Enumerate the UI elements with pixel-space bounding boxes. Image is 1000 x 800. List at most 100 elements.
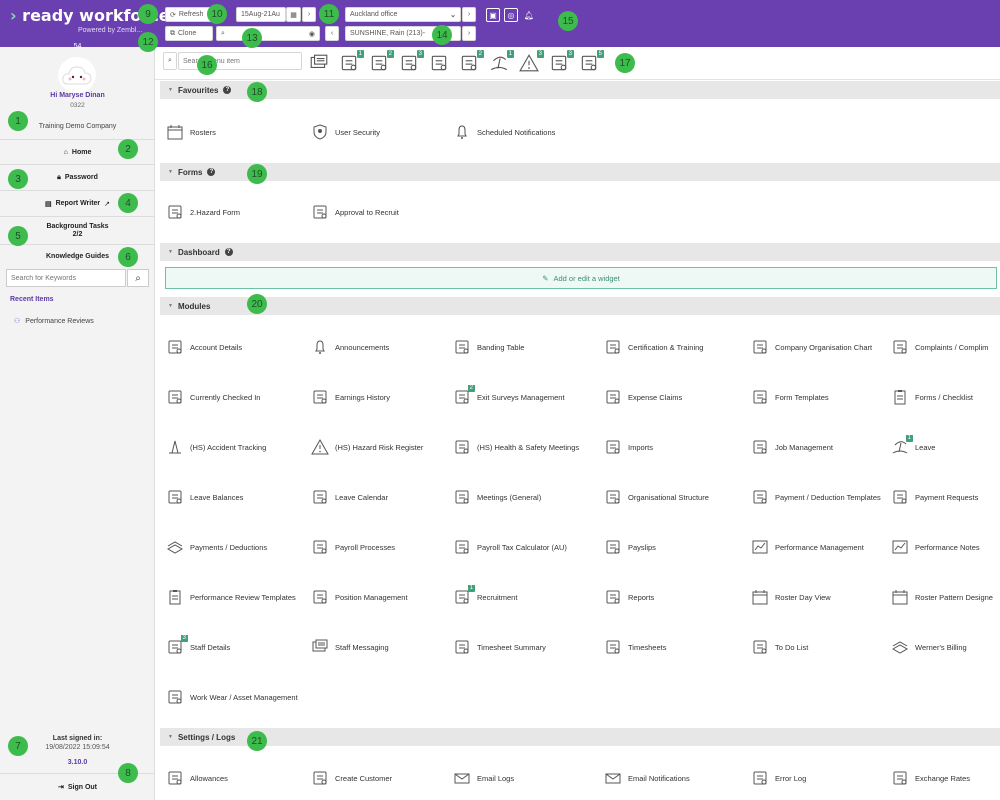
notifications-button[interactable]: 🔔︎ — [522, 8, 536, 22]
module-item[interactable]: Payments / Deductions — [165, 535, 305, 559]
module-item[interactable]: Scheduled Notifications — [452, 120, 600, 144]
app-window-button[interactable]: ▣ — [486, 8, 500, 22]
module-item[interactable]: Roster Pattern Designe — [890, 585, 1000, 609]
menu-toolbar: ⌕ 1 2 3 2 1 3 3 5 — [155, 47, 1000, 80]
module-item[interactable]: Earnings History — [310, 385, 448, 409]
module-item[interactable]: (HS) Hazard Risk Register — [310, 435, 448, 459]
module-item[interactable]: 1 Leave — [890, 435, 1000, 459]
module-item[interactable]: Form Templates — [750, 385, 887, 409]
calendar-picker-button[interactable]: ▦ — [286, 7, 301, 22]
menu-search-button[interactable]: ⌕ — [163, 52, 177, 70]
module-item[interactable]: Company Organisation Chart — [750, 335, 887, 359]
module-item[interactable]: Account Details — [165, 335, 305, 359]
module-item[interactable]: To Do List — [750, 635, 887, 659]
module-item[interactable]: 2.Hazard Form — [165, 200, 305, 224]
avatar[interactable] — [58, 57, 96, 93]
dashboard-section-header[interactable]: ▼ Dashboard ? — [160, 243, 1000, 261]
settings-title: Settings / Logs — [177, 732, 236, 742]
module-item[interactable]: (HS) Accident Tracking — [165, 435, 305, 459]
module-item[interactable]: Staff Messaging — [310, 635, 448, 659]
module-item[interactable]: Payroll Processes — [310, 535, 448, 559]
topbar-search-input[interactable]: ⌕ ◉ — [216, 26, 320, 41]
module-item[interactable]: Timesheet Summary — [452, 635, 600, 659]
shortcut-button[interactable] — [308, 52, 330, 74]
module-item[interactable]: Reports — [603, 585, 747, 609]
module-item[interactable]: Roster Day View — [750, 585, 887, 609]
module-item[interactable]: 3 Staff Details — [165, 635, 305, 659]
module-item[interactable]: Payroll Tax Calculator (AU) — [452, 535, 600, 559]
module-item[interactable]: Timesheets — [603, 635, 747, 659]
shortcut-button[interactable]: 3 — [548, 50, 574, 74]
module-item[interactable]: Forms / Checklist — [890, 385, 1000, 409]
module-item[interactable]: Certification & Training — [603, 335, 747, 359]
favourites-section-header[interactable]: ▼ Favourites ? — [160, 81, 1000, 99]
module-item[interactable]: Banding Table — [452, 335, 600, 359]
module-item[interactable]: Rosters — [165, 120, 305, 144]
shortcut-button[interactable]: 2 — [458, 50, 484, 74]
module-item[interactable]: Werner's Billing — [890, 635, 1000, 659]
date-range-field[interactable]: 15Aug-21Au — [236, 7, 286, 22]
module-item[interactable]: Work Wear / Asset Management — [165, 685, 345, 709]
module-item[interactable]: Error Log — [750, 766, 887, 790]
add-widget-button[interactable]: ✎ Add or edit a widget — [165, 267, 997, 289]
module-item[interactable]: Currently Checked In — [165, 385, 305, 409]
module-item[interactable]: Expense Claims — [603, 385, 747, 409]
cloud-mascot-icon — [62, 66, 92, 85]
refresh-button[interactable]: ⟳ Refresh — [165, 7, 213, 22]
shortcut-button[interactable]: 2 — [368, 50, 394, 74]
shortcut-button[interactable]: 1 — [488, 50, 514, 74]
weather-prev-button[interactable]: ‹ — [325, 26, 339, 41]
module-item[interactable]: User Security — [310, 120, 448, 144]
help-icon[interactable]: ? — [207, 168, 216, 176]
help-icon[interactable]: ? — [223, 86, 232, 94]
module-item[interactable]: Email Notifications — [603, 766, 747, 790]
module-item[interactable]: Meetings (General) — [452, 485, 600, 509]
shortcut-button[interactable]: 3 — [398, 50, 424, 74]
module-item[interactable]: Payment Requests — [890, 485, 1000, 509]
module-item[interactable]: Announcements — [310, 335, 448, 359]
module-item[interactable]: Allowances — [165, 766, 305, 790]
keyword-search-input[interactable] — [6, 269, 126, 287]
module-item[interactable]: Leave Balances — [165, 485, 305, 509]
modules-section-header[interactable]: ▼ Modules — [160, 297, 1000, 315]
module-item[interactable]: 2 Exit Surveys Management — [452, 385, 600, 409]
settings-section-header[interactable]: ▼ Settings / Logs — [160, 728, 1000, 746]
shortcut-button[interactable]: 5 — [578, 50, 604, 74]
office-select[interactable]: Auckland office ⌄ — [345, 7, 461, 22]
callout-marker: 1 — [8, 111, 28, 131]
module-item[interactable]: Imports — [603, 435, 747, 459]
module-item[interactable]: Create Customer — [310, 766, 448, 790]
shortcut-button[interactable]: 3 — [518, 50, 544, 74]
module-item[interactable]: Approval to Recruit — [310, 200, 448, 224]
shortcut-button[interactable]: 1 — [338, 50, 364, 74]
knowledge-guides-label: Knowledge Guides — [45, 252, 109, 260]
module-item[interactable]: Email Logs — [452, 766, 600, 790]
module-item[interactable]: Exchange Rates — [890, 766, 1000, 790]
recent-item[interactable]: ⚇ Performance Reviews — [14, 317, 94, 326]
module-label: Currently Checked In — [190, 392, 261, 402]
forms-section-header[interactable]: ▼ Forms ? — [160, 163, 1000, 181]
module-item[interactable]: Performance Review Templates — [165, 585, 305, 609]
count-badge: 3 — [536, 50, 544, 58]
module-label: Payroll Processes — [335, 542, 396, 552]
shortcut-button[interactable] — [428, 52, 450, 74]
support-button[interactable]: ◎ — [504, 8, 518, 22]
module-item[interactable]: Performance Notes — [890, 535, 1000, 559]
office-next-button[interactable]: › — [462, 7, 476, 22]
date-next-button[interactable]: › — [302, 7, 316, 22]
callout-marker: 19 — [247, 164, 267, 184]
module-item[interactable]: Payslips — [603, 535, 747, 559]
keyword-search-button[interactable]: ⌕ — [127, 269, 149, 287]
help-icon[interactable]: ? — [224, 248, 233, 256]
module-item[interactable]: Complaints / Complim — [890, 335, 1000, 359]
module-item[interactable]: Performance Management — [750, 535, 887, 559]
module-item[interactable]: Leave Calendar — [310, 485, 448, 509]
module-item[interactable]: Organisational Structure — [603, 485, 747, 509]
module-item[interactable]: Job Management — [750, 435, 887, 459]
weather-next-button[interactable]: › — [462, 26, 476, 41]
clone-button[interactable]: ⧉ Clone — [165, 26, 213, 41]
module-item[interactable]: Position Management — [310, 585, 448, 609]
module-item[interactable]: Payment / Deduction Templates — [750, 485, 887, 509]
module-item[interactable]: (HS) Health & Safety Meetings — [452, 435, 600, 459]
module-item[interactable]: 1 Recruitment — [452, 585, 600, 609]
